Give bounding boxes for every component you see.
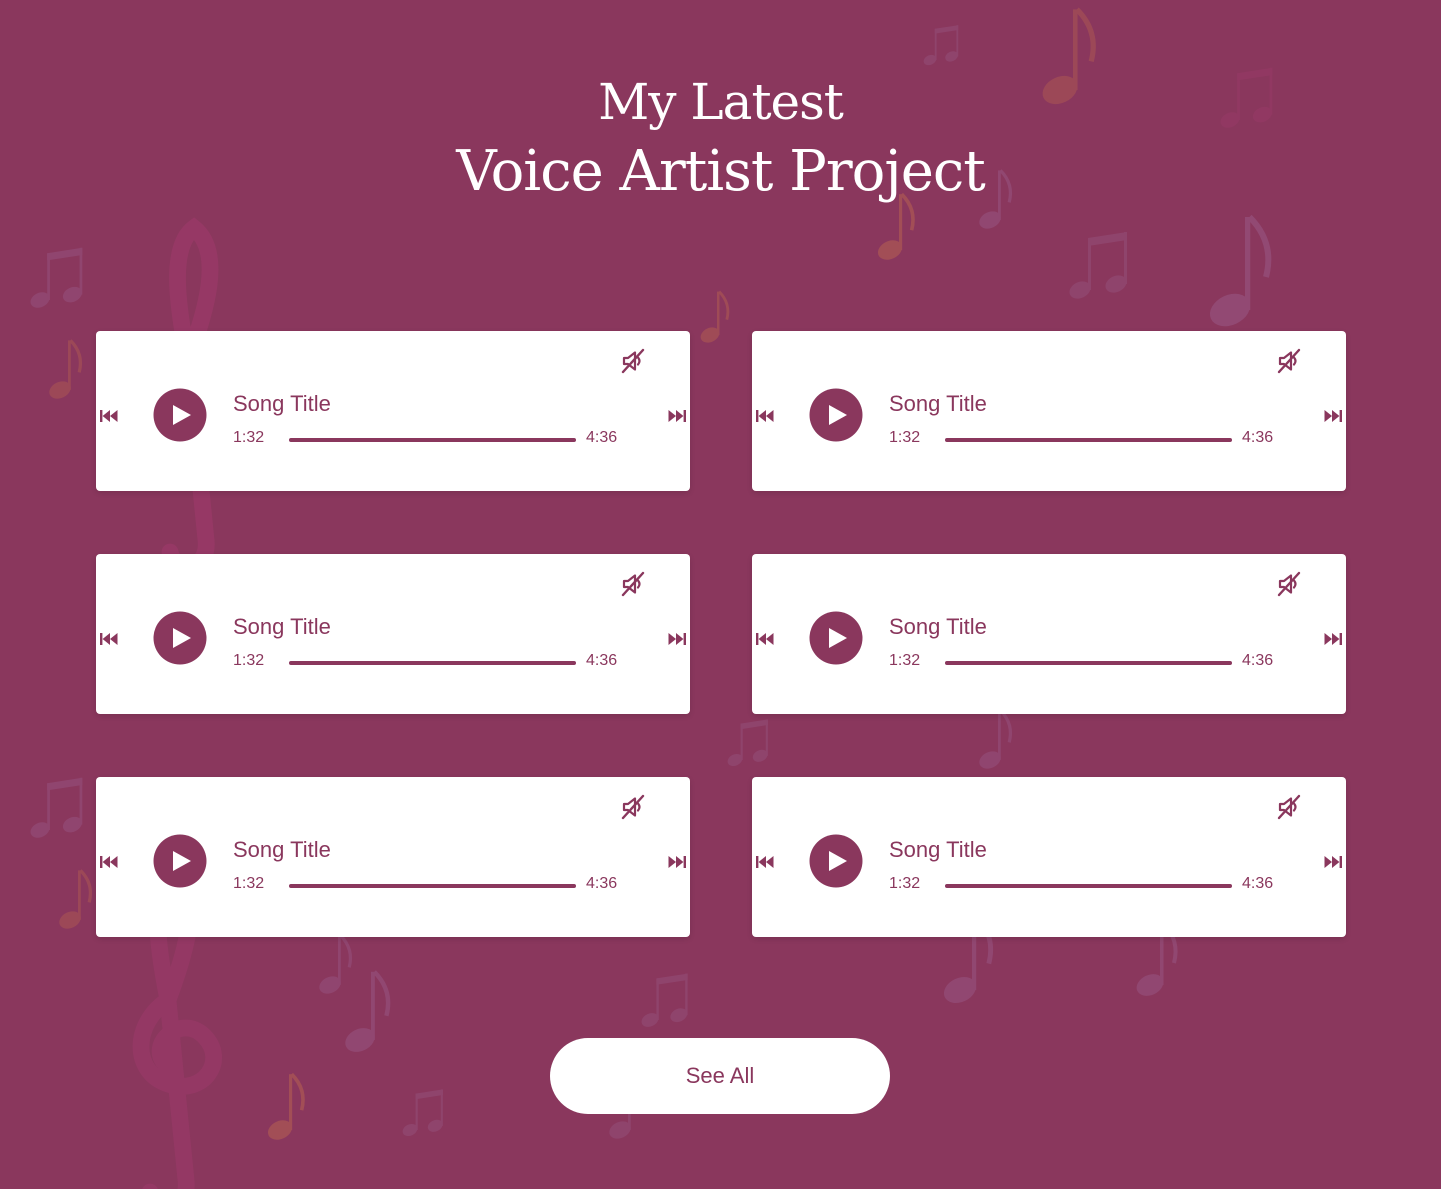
- skip-previous-button[interactable]: [755, 632, 775, 646]
- song-title: Song Title: [889, 391, 987, 416]
- current-time: 1:32: [889, 875, 921, 892]
- page-background: My Latest Voice Artist Project Song Titl…: [0, 0, 1441, 1189]
- skip-previous-icon: [100, 410, 118, 422]
- play-icon: [153, 834, 207, 888]
- current-time: 1:32: [889, 429, 921, 446]
- play-button[interactable]: [153, 388, 207, 442]
- skip-previous-icon: [756, 633, 774, 645]
- volume-mute-icon: [621, 348, 645, 374]
- mute-button[interactable]: [1275, 793, 1303, 821]
- mute-button[interactable]: [619, 347, 647, 375]
- skip-next-icon: [668, 633, 686, 645]
- total-time: 4:36: [1242, 429, 1274, 446]
- song-title: Song Title: [889, 837, 987, 862]
- mute-button[interactable]: [619, 793, 647, 821]
- volume-mute-icon: [1277, 794, 1301, 820]
- skip-next-icon: [1324, 633, 1342, 645]
- play-button[interactable]: [153, 834, 207, 888]
- play-icon: [809, 611, 863, 665]
- mute-button[interactable]: [1275, 570, 1303, 598]
- volume-mute-icon: [621, 571, 645, 597]
- total-time: 4:36: [586, 652, 618, 669]
- skip-next-button[interactable]: [1323, 855, 1343, 869]
- progress-fill: [945, 438, 1232, 442]
- skip-previous-icon: [756, 410, 774, 422]
- total-time: 4:36: [586, 429, 618, 446]
- page-title-line1: My Latest: [598, 73, 844, 131]
- volume-mute-icon: [1277, 571, 1301, 597]
- progress-fill: [945, 661, 1232, 665]
- play-icon: [809, 388, 863, 442]
- current-time: 1:32: [233, 429, 265, 446]
- current-time: 1:32: [233, 875, 265, 892]
- progress-bar[interactable]: [945, 661, 1232, 665]
- page-title-line2: Voice Artist Project: [456, 139, 985, 204]
- total-time: 4:36: [586, 875, 618, 892]
- volume-mute-icon: [1277, 348, 1301, 374]
- skip-previous-button[interactable]: [755, 409, 775, 423]
- progress-bar[interactable]: [945, 438, 1232, 442]
- play-button[interactable]: [809, 388, 863, 442]
- current-time: 1:32: [233, 652, 265, 669]
- skip-next-icon: [668, 410, 686, 422]
- audio-player-card: Song Title 1:32 4:36: [96, 554, 690, 714]
- song-title: Song Title: [889, 614, 987, 639]
- audio-player-card: Song Title 1:32 4:36: [96, 331, 690, 491]
- skip-previous-icon: [100, 856, 118, 868]
- audio-player-card: Song Title 1:32 4:36: [96, 777, 690, 937]
- skip-previous-icon: [756, 856, 774, 868]
- total-time: 4:36: [1242, 652, 1274, 669]
- skip-next-button[interactable]: [667, 855, 687, 869]
- skip-previous-button[interactable]: [99, 855, 119, 869]
- volume-mute-icon: [621, 794, 645, 820]
- skip-next-button[interactable]: [1323, 409, 1343, 423]
- progress-fill: [289, 884, 576, 888]
- skip-previous-button[interactable]: [99, 632, 119, 646]
- audio-player-card: Song Title 1:32 4:36: [752, 777, 1346, 937]
- skip-previous-icon: [100, 633, 118, 645]
- play-button[interactable]: [153, 611, 207, 665]
- skip-next-button[interactable]: [1323, 632, 1343, 646]
- song-title: Song Title: [233, 837, 331, 862]
- mute-button[interactable]: [619, 570, 647, 598]
- skip-next-icon: [668, 856, 686, 868]
- progress-bar[interactable]: [289, 438, 576, 442]
- skip-previous-button[interactable]: [99, 409, 119, 423]
- song-title: Song Title: [233, 614, 331, 639]
- total-time: 4:36: [1242, 875, 1274, 892]
- progress-fill: [289, 438, 576, 442]
- audio-player-card: Song Title 1:32 4:36: [752, 554, 1346, 714]
- play-icon: [153, 611, 207, 665]
- mute-button[interactable]: [1275, 347, 1303, 375]
- see-all-button[interactable]: See All: [550, 1038, 890, 1114]
- audio-player-card: Song Title 1:32 4:36: [752, 331, 1346, 491]
- skip-next-button[interactable]: [667, 632, 687, 646]
- play-icon: [153, 388, 207, 442]
- current-time: 1:32: [889, 652, 921, 669]
- play-icon: [809, 834, 863, 888]
- progress-bar[interactable]: [289, 884, 576, 888]
- play-button[interactable]: [809, 834, 863, 888]
- progress-fill: [945, 884, 1232, 888]
- skip-next-icon: [1324, 410, 1342, 422]
- skip-previous-button[interactable]: [755, 855, 775, 869]
- skip-next-button[interactable]: [667, 409, 687, 423]
- song-title: Song Title: [233, 391, 331, 416]
- progress-bar[interactable]: [289, 661, 576, 665]
- play-button[interactable]: [809, 611, 863, 665]
- progress-bar[interactable]: [945, 884, 1232, 888]
- skip-next-icon: [1324, 856, 1342, 868]
- progress-fill: [289, 661, 576, 665]
